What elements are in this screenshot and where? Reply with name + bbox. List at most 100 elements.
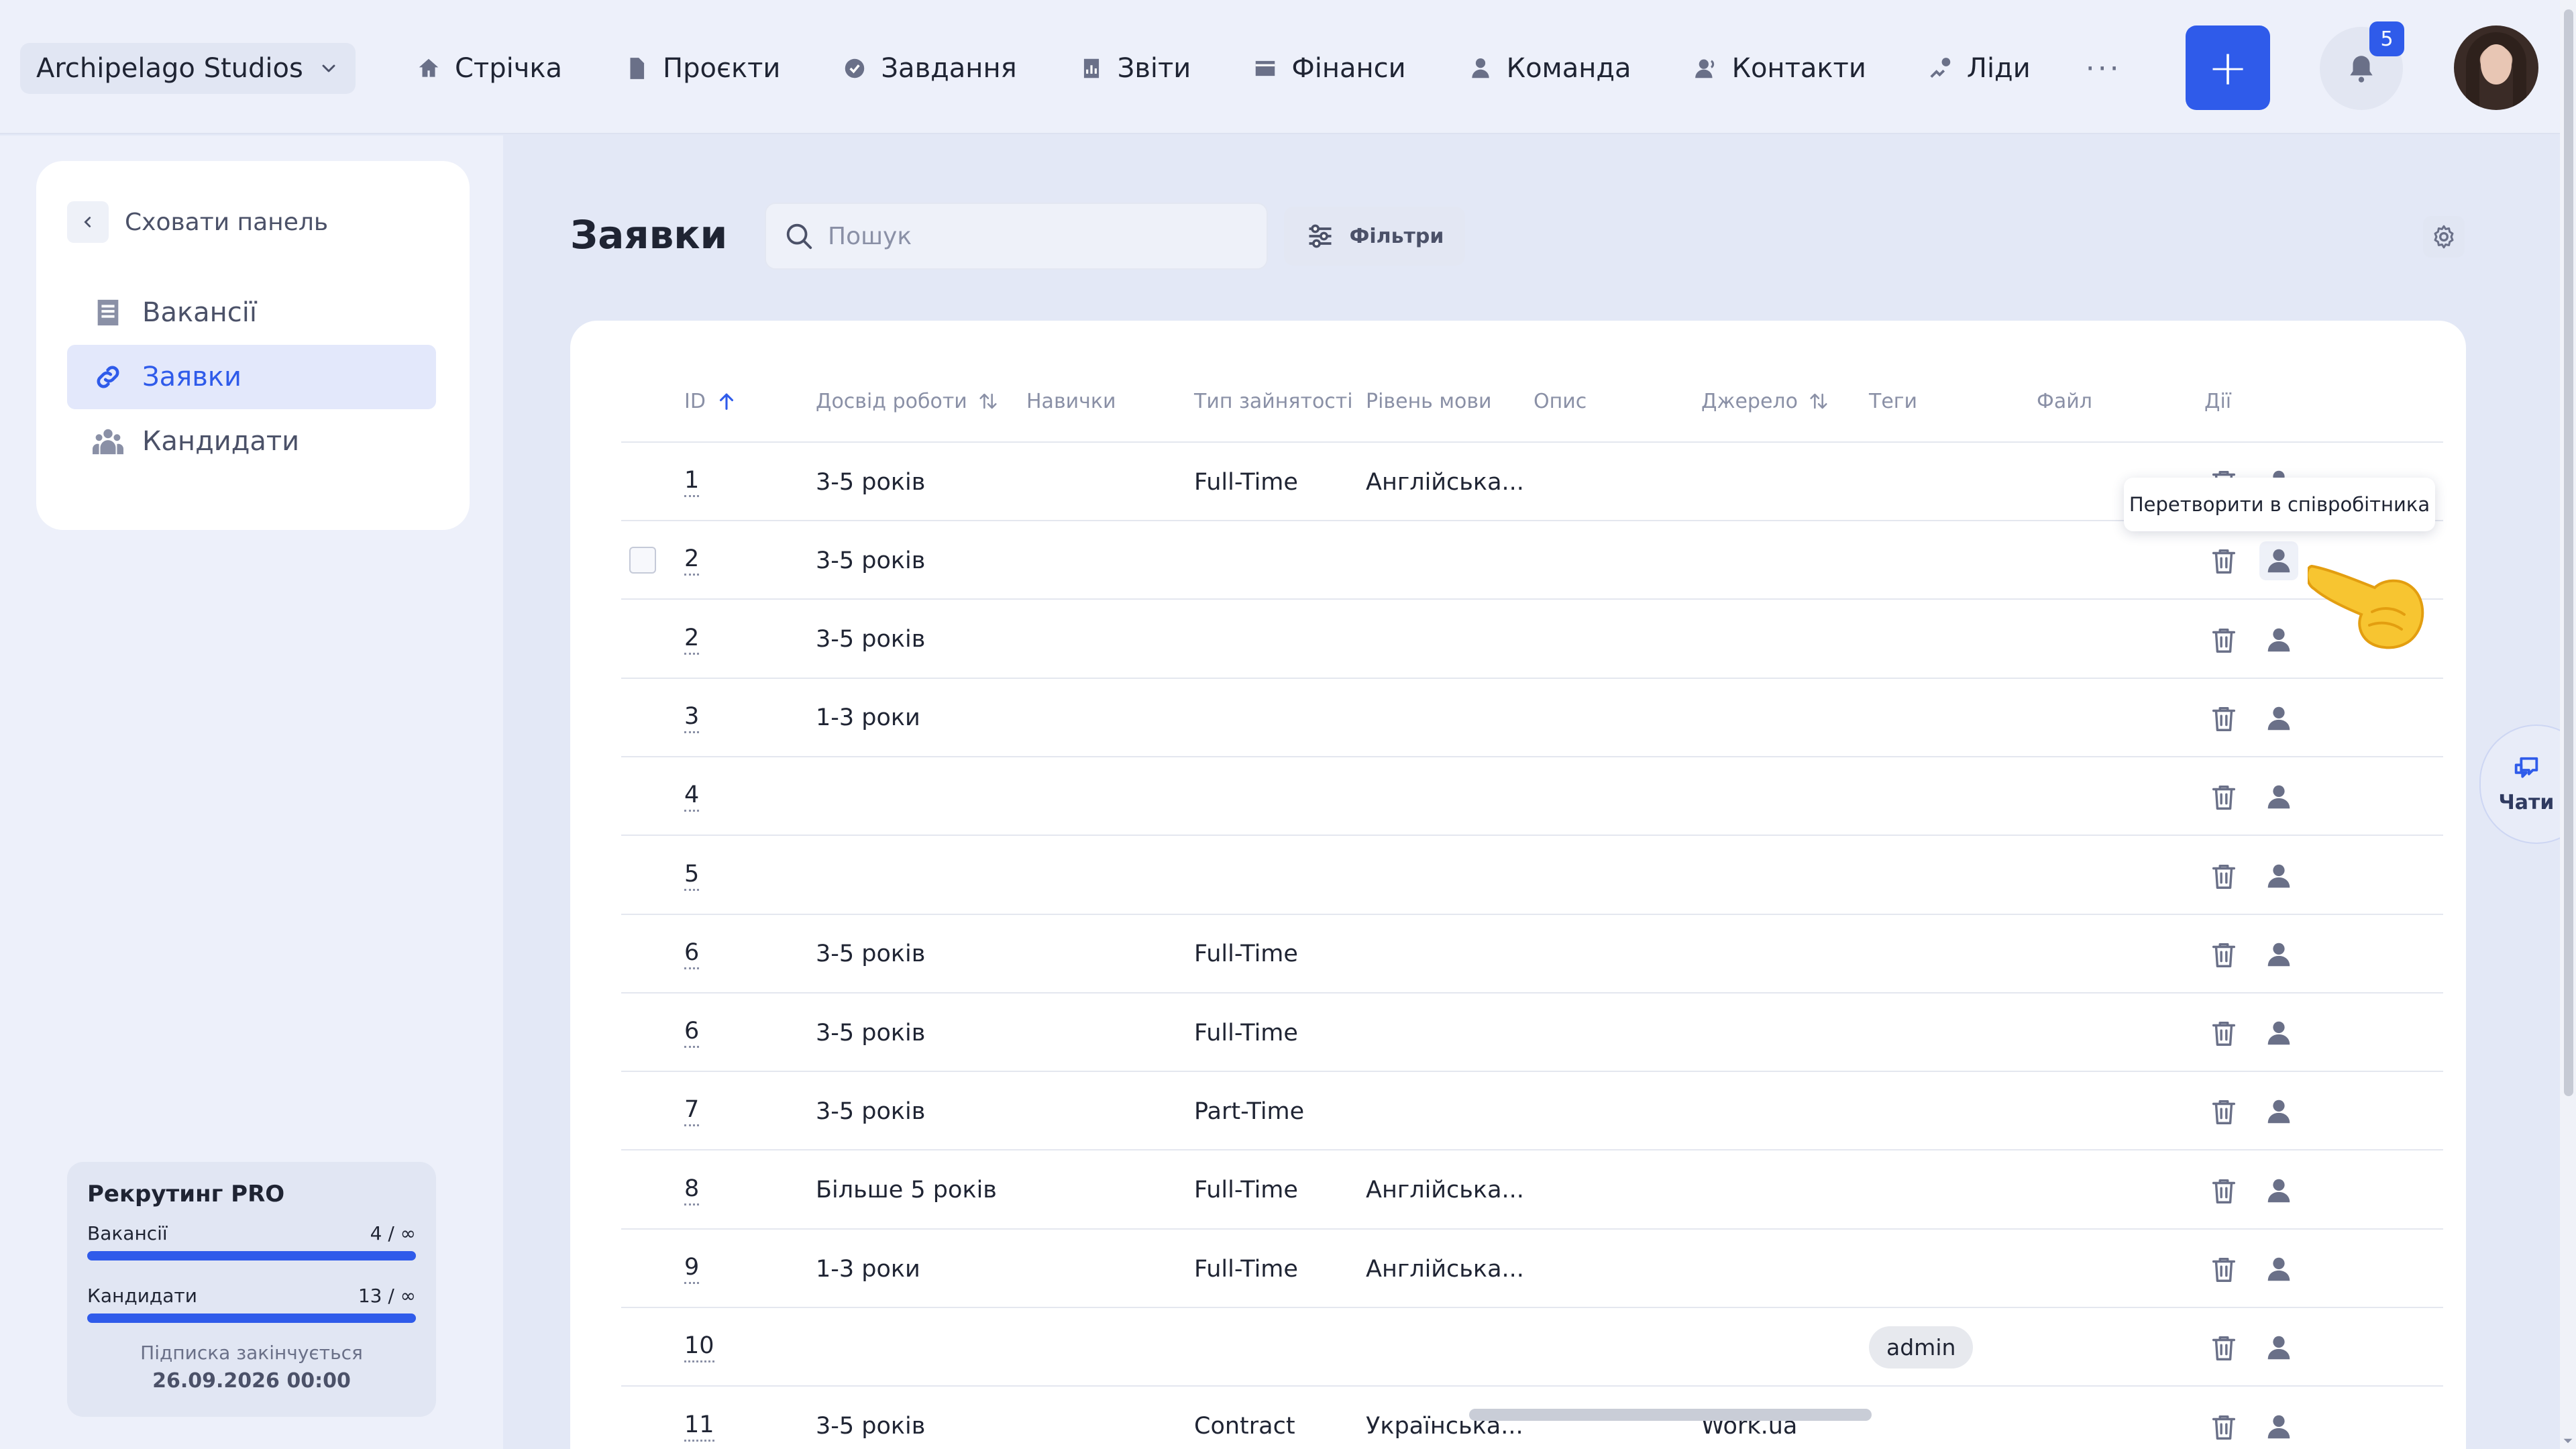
row-id[interactable]: 2 <box>684 600 700 679</box>
sort-icon <box>979 393 997 409</box>
filters-button[interactable]: Фільтри <box>1284 207 1465 266</box>
vertical-scrollbar[interactable] <box>2560 0 2576 1449</box>
convert-to-employee-button[interactable] <box>2259 1014 2298 1053</box>
nav-more-button[interactable]: ··· <box>2086 52 2122 86</box>
report-icon <box>1083 58 1099 78</box>
row-checkbox[interactable] <box>629 547 656 574</box>
nav-item-leads[interactable]: Ліди <box>1928 53 2031 84</box>
main-nav: Стрічка Проєкти Завдання Звіти Фінанси К… <box>416 42 2122 95</box>
nav-item-tasks[interactable]: Завдання <box>842 53 1017 84</box>
nav-item-feed[interactable]: Стрічка <box>416 53 562 84</box>
scrollbar-thumb[interactable] <box>2564 9 2573 1096</box>
sidebar: Сховати панель Вакансії Заявки Кандидати… <box>0 136 503 1449</box>
table-row[interactable]: 9 1-3 роки Full-Time Англійська... <box>621 1230 2443 1308</box>
convert-to-employee-button[interactable] <box>2259 1171 2298 1210</box>
delete-button[interactable] <box>2204 935 2243 974</box>
table-row[interactable]: 2 3-5 років <box>621 600 2443 679</box>
table-row[interactable]: 4 <box>621 757 2443 837</box>
convert-to-employee-button[interactable] <box>2259 857 2298 896</box>
avatar[interactable] <box>2454 25 2538 110</box>
delete-button[interactable] <box>2204 1092 2243 1131</box>
delete-button[interactable] <box>2204 621 2243 659</box>
column-source[interactable]: Джерело <box>1701 374 1830 428</box>
sliders-icon <box>1309 224 1332 248</box>
convert-to-employee-button[interactable] <box>2259 1328 2298 1367</box>
row-id[interactable]: 10 <box>684 1308 714 1387</box>
table-row[interactable]: 7 3-5 років Part-Time <box>621 1072 2443 1151</box>
table-row[interactable]: 6 3-5 років Full-Time <box>621 915 2443 994</box>
row-id[interactable]: 11 <box>684 1387 714 1449</box>
delete-button[interactable] <box>2204 1250 2243 1289</box>
hide-panel-button[interactable]: Сховати панель <box>67 201 328 243</box>
table-row[interactable]: 6 3-5 років Full-Time <box>621 994 2443 1073</box>
nav-item-reports[interactable]: Звіти <box>1079 53 1191 84</box>
convert-to-employee-button[interactable] <box>2259 699 2298 738</box>
column-experience[interactable]: Досвід роботи <box>816 374 1000 428</box>
convert-to-employee-button[interactable] <box>2259 1250 2298 1289</box>
trash-icon <box>2208 545 2239 576</box>
table-row[interactable]: 8 Більше 5 років Full-Time Англійська... <box>621 1151 2443 1230</box>
sidebar-item-vacancies[interactable]: Вакансії <box>67 280 436 345</box>
row-employment-type: Full-Time <box>1194 468 1298 496</box>
company-name: Archipelago Studios <box>36 53 303 84</box>
convert-to-employee-button[interactable] <box>2259 1092 2298 1131</box>
delete-button[interactable] <box>2204 1014 2243 1053</box>
check-circle-icon <box>845 58 865 78</box>
trash-icon <box>2208 1018 2239 1049</box>
table-row[interactable]: 10 admin <box>621 1308 2443 1387</box>
chevron-left-icon <box>84 217 91 227</box>
search-box[interactable] <box>765 203 1268 270</box>
trash-icon <box>2208 861 2239 892</box>
row-id[interactable]: 4 <box>684 757 700 836</box>
horizontal-scrollbar[interactable] <box>1469 1409 1872 1421</box>
row-id[interactable]: 7 <box>684 1072 700 1150</box>
row-id[interactable]: 9 <box>684 1230 700 1308</box>
sort-ascending-icon <box>719 393 734 410</box>
delete-button[interactable] <box>2204 857 2243 896</box>
convert-to-employee-button[interactable] <box>2259 777 2298 816</box>
plan-candidates: Кандидати 13 / ∞ <box>87 1285 416 1307</box>
table-row[interactable]: 2 3-5 років <box>621 521 2443 600</box>
add-button[interactable]: + <box>2186 25 2270 110</box>
nav-item-contacts[interactable]: Контакти <box>1693 53 1866 84</box>
delete-button[interactable] <box>2204 1171 2243 1210</box>
row-experience: 3-5 років <box>816 547 926 574</box>
convert-to-employee-button[interactable] <box>2259 541 2298 581</box>
sidebar-item-candidates[interactable]: Кандидати <box>67 409 436 474</box>
delete-button[interactable] <box>2204 1328 2243 1367</box>
company-selector[interactable]: Archipelago Studios <box>20 43 356 94</box>
subscription-expires-label: Підписка закінчується <box>140 1342 363 1364</box>
scroll-down-icon[interactable] <box>2563 1436 2573 1446</box>
convert-to-employee-button[interactable] <box>2259 935 2298 974</box>
convert-to-employee-button[interactable] <box>2259 1407 2298 1446</box>
column-tags: Теги <box>1869 389 1918 413</box>
row-id[interactable]: 2 <box>684 521 700 600</box>
delete-button[interactable] <box>2204 541 2243 580</box>
table-settings-button[interactable] <box>2423 216 2465 258</box>
file-icon <box>630 58 645 79</box>
nav-item-finance[interactable]: Фінанси <box>1252 53 1406 84</box>
sidebar-item-applications[interactable]: Заявки <box>67 345 436 409</box>
nav-item-projects[interactable]: Проєкти <box>624 53 780 84</box>
nav-item-team[interactable]: Команда <box>1468 53 1631 84</box>
convert-to-employee-button[interactable] <box>2259 621 2298 659</box>
table-row[interactable]: 3 1-3 роки <box>621 679 2443 757</box>
table-row[interactable]: 5 <box>621 837 2443 915</box>
row-id[interactable]: 5 <box>684 837 700 915</box>
delete-button[interactable] <box>2204 777 2243 816</box>
row-id[interactable]: 1 <box>684 443 700 521</box>
row-id[interactable]: 3 <box>684 679 700 757</box>
delete-button[interactable] <box>2204 1407 2243 1446</box>
trash-icon <box>2208 1332 2239 1363</box>
row-id[interactable]: 6 <box>684 915 700 994</box>
row-experience: Більше 5 років <box>816 1177 997 1204</box>
candidates-progress-bar <box>87 1313 416 1323</box>
delete-button[interactable] <box>2204 699 2243 738</box>
row-experience: 3-5 років <box>816 1019 926 1046</box>
search-input[interactable] <box>828 222 1230 250</box>
people-icon <box>93 429 123 455</box>
row-id[interactable]: 8 <box>684 1151 700 1230</box>
contacts-icon <box>1695 59 1714 78</box>
row-id[interactable]: 6 <box>684 994 700 1072</box>
column-id[interactable]: ID <box>684 374 738 428</box>
